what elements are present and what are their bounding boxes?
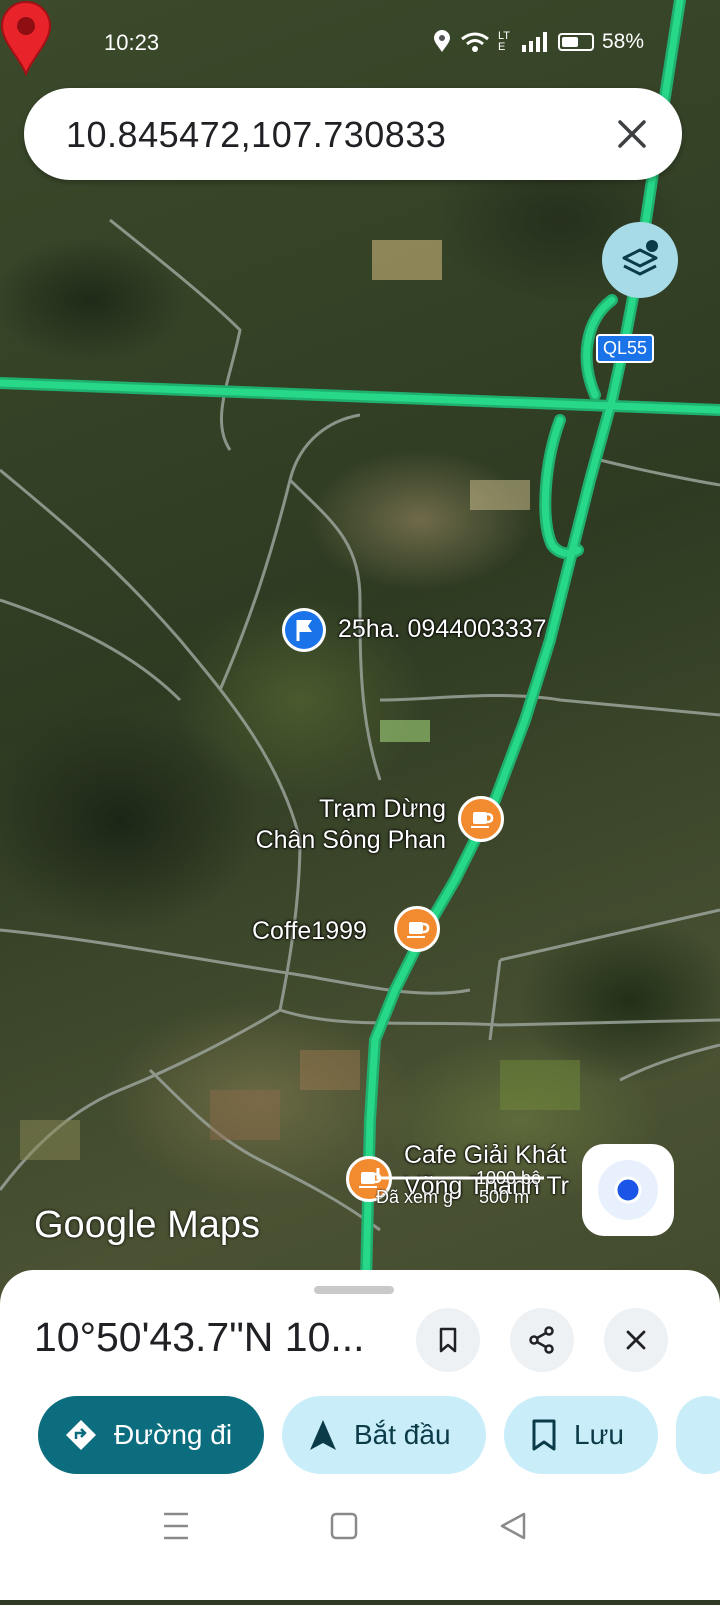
bookmark-icon — [439, 1327, 457, 1353]
location-status-icon — [433, 30, 450, 52]
ql55-road-shield[interactable]: QL55 — [596, 334, 655, 363]
back-nav-icon[interactable] — [500, 1512, 526, 1540]
network-type: LTE — [497, 30, 510, 53]
place-coordinates: 10°50'43.7"N 10... — [34, 1314, 365, 1360]
close-icon — [626, 1330, 646, 1350]
viewed-hint: Đã xem g — [376, 1187, 454, 1207]
more-actions-chip[interactable] — [676, 1396, 720, 1474]
poi-label-25ha[interactable]: 25ha. 0944003337 — [338, 614, 547, 645]
poi-flag-25ha[interactable] — [280, 606, 328, 654]
search-input[interactable] — [64, 108, 588, 162]
menu-nav-icon[interactable] — [164, 1512, 188, 1540]
bookmark-icon — [532, 1419, 556, 1451]
layers-button[interactable] — [602, 222, 678, 298]
scale-meters: 500 m — [479, 1187, 530, 1207]
signal-icon — [521, 32, 547, 52]
flag-marker-icon — [282, 608, 326, 652]
search-bar[interactable] — [24, 88, 682, 180]
share-button[interactable] — [510, 1308, 574, 1372]
directions-button[interactable]: Đường đi — [38, 1396, 264, 1474]
map-scale: 1000 bộ Đã xem g 500 m — [376, 1168, 544, 1208]
my-location-button[interactable] — [582, 1144, 674, 1236]
close-icon[interactable] — [612, 114, 652, 154]
poi-label-tram-dung[interactable]: Trạm Dừng Chân Sông Phan — [246, 794, 446, 856]
status-bar: 10:23 LTE 58% — [0, 0, 720, 90]
start-button[interactable]: Bắt đầu — [282, 1396, 486, 1474]
share-icon — [529, 1326, 554, 1354]
poi-label-coffe1999[interactable]: Coffe1999 — [252, 916, 367, 947]
cafe-marker-icon[interactable] — [394, 906, 440, 952]
save-label: Lưu — [574, 1419, 624, 1450]
close-sheet-button[interactable] — [604, 1308, 668, 1372]
directions-label: Đường đi — [114, 1419, 233, 1450]
start-label: Bắt đầu — [354, 1419, 451, 1450]
directions-icon — [66, 1420, 96, 1450]
battery-icon — [557, 33, 594, 51]
navigation-arrow-icon — [310, 1420, 336, 1450]
my-location-icon — [598, 1160, 658, 1220]
cafe-marker-icon[interactable] — [458, 796, 504, 842]
google-maps-logo: Google Maps — [34, 1204, 261, 1246]
save-button[interactable]: Lưu — [504, 1396, 658, 1474]
battery-level: 58% — [601, 30, 644, 53]
layers-icon — [622, 240, 658, 276]
system-navigation-bar — [0, 1476, 720, 1600]
save-bookmark-button[interactable] — [416, 1308, 480, 1372]
home-nav-icon[interactable] — [330, 1512, 358, 1540]
status-icons: LTE 58% — [432, 30, 644, 54]
status-time: 10:23 — [104, 30, 160, 55]
drag-handle[interactable] — [314, 1286, 394, 1294]
wifi-icon — [461, 32, 489, 52]
